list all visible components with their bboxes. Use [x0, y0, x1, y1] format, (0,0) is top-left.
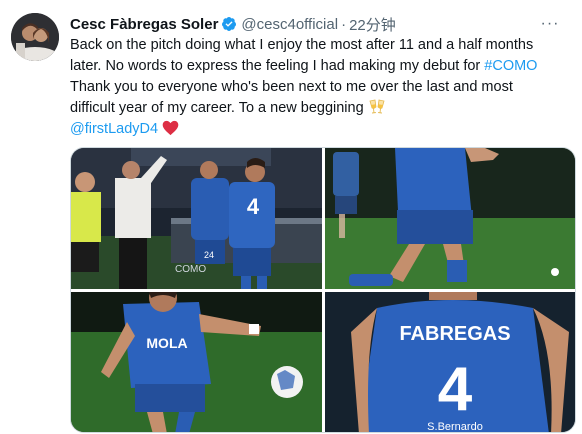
tweet-header: Cesc Fàbregas Soler @cesc4official · 22分…	[70, 13, 570, 35]
media-image-3[interactable]: MOLA	[71, 292, 322, 432]
media-image-4[interactable]: FABREGAS 4 S.Bernardo	[325, 292, 575, 433]
mention-link[interactable]: @firstLadyD4	[70, 121, 158, 137]
shirt-sponsor: S.Bernardo	[427, 421, 483, 433]
more-options-icon[interactable]: ···	[538, 13, 562, 35]
hashtag-link[interactable]: #COMO	[484, 58, 537, 74]
verified-badge-icon	[222, 17, 237, 31]
author-name[interactable]: Cesc Fàbregas Soler	[70, 16, 218, 33]
tweet-text: Back on the pitch doing what I enjoy the…	[70, 35, 570, 140]
clinking-glasses-icon	[369, 99, 385, 114]
tweet-timestamp[interactable]: 22分钟	[349, 14, 396, 35]
shirt-text: MOLA	[146, 335, 187, 351]
tweet-text-line-2: later. No words to express the feeling I…	[70, 56, 570, 77]
red-heart-icon	[162, 120, 179, 136]
author-handle[interactable]: @cesc4official	[241, 16, 338, 33]
tweet-text-line-2-text: later. No words to express the feeling I…	[70, 58, 485, 74]
shirt-number: 4	[438, 355, 473, 424]
tweet-text-line-4-text: difficult year of my career. To a new be…	[70, 100, 368, 116]
tweet-text-line-5: @firstLadyD4	[70, 119, 570, 140]
tweet-text-line-4: difficult year of my career. To a new be…	[70, 98, 570, 119]
jersey-number: 4	[247, 194, 260, 219]
board-text: COMO	[175, 264, 206, 275]
separator-dot: ·	[341, 15, 347, 33]
avatar[interactable]	[11, 13, 59, 61]
media-image-2[interactable]	[325, 148, 575, 289]
shirt-name: FABREGAS	[399, 323, 510, 345]
media-grid: 24 4 COMO MOLA FABREGAS 4 S.Bernardo	[70, 147, 576, 433]
tweet-text-line-1: Back on the pitch doing what I enjoy the…	[70, 37, 534, 53]
bench-number: 24	[204, 250, 214, 260]
tweet-text-line-3: Thank you to everyone who's been next to…	[70, 79, 513, 95]
media-image-1[interactable]: 24 4 COMO	[71, 148, 322, 289]
